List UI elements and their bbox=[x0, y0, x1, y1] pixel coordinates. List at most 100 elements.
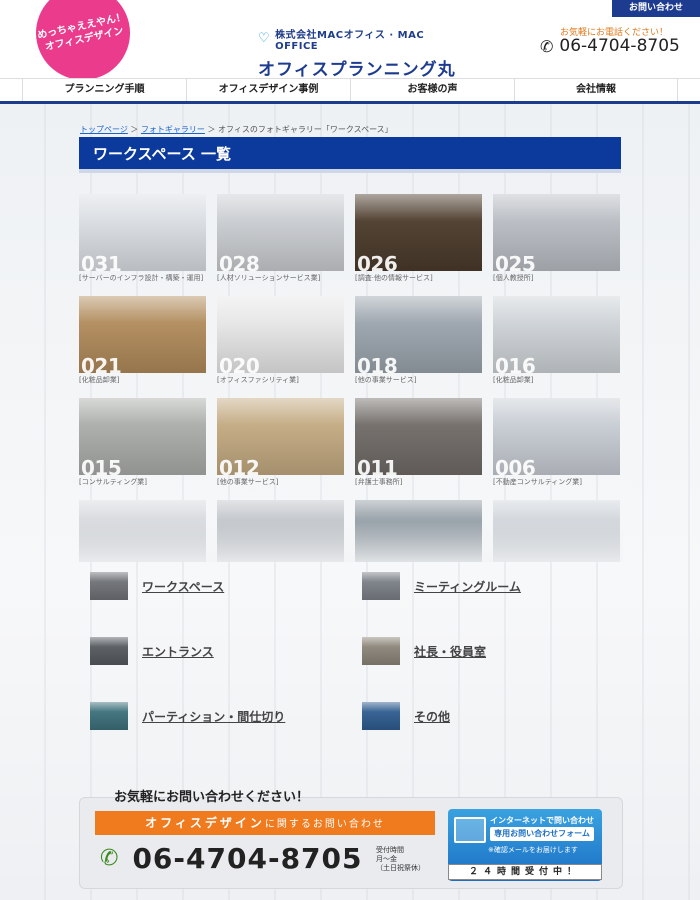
gallery-item[interactable]: 026 [調査·他の情報サービス] bbox=[355, 194, 482, 296]
phone-icon: ✆ bbox=[540, 36, 554, 56]
category-link[interactable]: その他 bbox=[362, 702, 450, 730]
gallery-photo[interactable] bbox=[355, 500, 482, 562]
gallery-item[interactable]: 021 [化粧品卸業] bbox=[79, 296, 206, 398]
logo-company: 株式会社MACオフィス · MAC OFFICE bbox=[275, 30, 425, 52]
gallery-item[interactable]: 018 [他の事業サービス] bbox=[355, 296, 482, 398]
gallery-caption: [サーバーのインフラ設計・構築・運用] bbox=[79, 274, 204, 282]
breadcrumb-current: オフィスのフォトギャラリー「ワークスペース」 bbox=[218, 125, 393, 134]
gallery-photo[interactable]: 031 bbox=[79, 194, 206, 271]
nav-item-planning[interactable]: プランニング手順 bbox=[22, 79, 186, 101]
gallery-caption: [化粧品卸業] bbox=[79, 376, 120, 384]
category-thumbnail bbox=[362, 702, 400, 730]
gallery-photo[interactable]: 026 bbox=[355, 194, 482, 271]
gallery-photo[interactable]: 018 bbox=[355, 296, 482, 373]
category-label[interactable]: ミーティングルーム bbox=[414, 578, 521, 595]
gallery-photo[interactable]: 020 bbox=[217, 296, 344, 373]
gallery-row-partial bbox=[79, 500, 623, 562]
category-link[interactable]: ワークスペース bbox=[90, 572, 224, 600]
header-tel-number: 06-4704-8705 bbox=[559, 36, 680, 56]
breadcrumb-home[interactable]: トップページ bbox=[80, 125, 128, 134]
gallery-item[interactable]: 012 [他の事業サービス] bbox=[217, 398, 344, 500]
gallery-photo[interactable]: 011 bbox=[355, 398, 482, 475]
net-line-3: ※確認メールをお届けします bbox=[488, 846, 578, 854]
category-link[interactable]: ミーティングルーム bbox=[362, 572, 521, 600]
gallery-number: 015 bbox=[81, 456, 122, 475]
gallery-row: 015 [コンサルティング業] 012 [他の事業サービス] 011 [弁護士事務所] 00… bbox=[79, 398, 623, 500]
gallery-photo[interactable] bbox=[493, 500, 620, 562]
gallery-photo[interactable]: 015 bbox=[79, 398, 206, 475]
gallery-photo[interactable]: 021 bbox=[79, 296, 206, 373]
gallery-item[interactable] bbox=[79, 500, 206, 562]
nav-item-voices[interactable]: お客様の声 bbox=[350, 79, 514, 101]
page-title-bar: ワークスペース 一覧 bbox=[79, 137, 621, 173]
gallery-caption: [他の事業サービス] bbox=[217, 478, 279, 486]
gallery-photo[interactable]: 012 bbox=[217, 398, 344, 475]
gallery-row: 021 [化粧品卸業] 020 [オフィスファシリティ業] 018 [他の事業サービス] 0… bbox=[79, 296, 623, 398]
gallery-item[interactable]: 025 [個人教授所] bbox=[493, 194, 620, 296]
breadcrumb: トップページ ＞ フォトギャラリー ＞ オフィスのフォトギャラリー「ワークスペー… bbox=[80, 124, 393, 135]
promo-badge: めっちゃええやん！ オフィスデザイン bbox=[27, 0, 139, 89]
phone-icon: ✆ bbox=[100, 846, 119, 871]
gallery-item[interactable] bbox=[493, 500, 620, 562]
orange-contact-banner[interactable]: オフィスデザインに関するお問い合わせ bbox=[95, 811, 435, 835]
gallery-number: 020 bbox=[219, 354, 260, 373]
category-link[interactable]: パーティション・間仕切り bbox=[90, 702, 285, 730]
category-thumbnail bbox=[90, 702, 128, 730]
gallery-photo[interactable] bbox=[79, 500, 206, 562]
gallery-photo[interactable] bbox=[217, 500, 344, 562]
net-line-1: インターネットで問い合わせ bbox=[490, 816, 594, 825]
gallery-photo[interactable]: 025 bbox=[493, 194, 620, 271]
gallery-item[interactable] bbox=[217, 500, 344, 562]
gallery-item[interactable]: 006 [不動産コンサルティング業] bbox=[493, 398, 620, 500]
gallery-item[interactable]: 028 [人材ソリューションサービス業] bbox=[217, 194, 344, 296]
gallery-photo[interactable]: 006 bbox=[493, 398, 620, 475]
gallery-caption: [化粧品卸業] bbox=[493, 376, 534, 384]
nav-item-company[interactable]: 会社情報 bbox=[514, 79, 678, 101]
footer-tel[interactable]: ✆ 06-4704-8705 bbox=[100, 842, 363, 875]
gallery-item[interactable]: 016 [化粧品卸業] bbox=[493, 296, 620, 398]
gallery-caption: [調査·他の情報サービス] bbox=[355, 274, 433, 282]
gallery-number: 016 bbox=[495, 354, 536, 373]
category-thumbnail bbox=[90, 637, 128, 665]
nav-item-design-cases[interactable]: オフィスデザイン事例 bbox=[186, 79, 350, 101]
category-link[interactable]: 社長・役員室 bbox=[362, 637, 486, 665]
gallery-item[interactable]: 011 [弁護士事務所] bbox=[355, 398, 482, 500]
category-label[interactable]: エントランス bbox=[142, 643, 214, 660]
web-form-banner[interactable]: インターネットで問い合わせ 専用お問い合わせフォーム ※確認メールをお届けします… bbox=[448, 809, 602, 881]
net-form-button[interactable]: 専用お問い合わせフォーム bbox=[490, 827, 594, 841]
gallery-photo[interactable]: 028 bbox=[217, 194, 344, 271]
category-label[interactable]: その他 bbox=[414, 708, 450, 725]
gallery-number: 018 bbox=[357, 354, 398, 373]
gallery-caption: [他の事業サービス] bbox=[355, 376, 417, 384]
header-tel[interactable]: ✆ 06-4704-8705 bbox=[540, 36, 680, 56]
category-label[interactable]: 社長・役員室 bbox=[414, 643, 486, 660]
gallery-item[interactable]: 015 [コンサルティング業] bbox=[79, 398, 206, 500]
gallery-number: 028 bbox=[219, 252, 260, 271]
24h-strip: ２４時間受付中！ bbox=[448, 864, 602, 880]
category-thumbnail bbox=[362, 572, 400, 600]
global-nav: プランニング手順 オフィスデザイン事例 お客様の声 会社情報 bbox=[0, 78, 700, 104]
category-link[interactable]: エントランス bbox=[90, 637, 214, 665]
contact-button[interactable]: お問い合わせ bbox=[612, 0, 700, 17]
orange-main-text: オフィスデザイン bbox=[145, 816, 265, 830]
gallery-item[interactable]: 031 [サーバーのインフラ設計・構築・運用] bbox=[79, 194, 206, 296]
breadcrumb-separator: ＞ bbox=[207, 125, 219, 134]
hours-holidays: （土日祝祭休） bbox=[376, 864, 425, 872]
gallery-item[interactable] bbox=[355, 500, 482, 562]
heart-logo-icon: ♡ bbox=[258, 31, 271, 46]
category-thumbnail bbox=[362, 637, 400, 665]
gallery-number: 021 bbox=[81, 354, 122, 373]
gallery-photo[interactable]: 016 bbox=[493, 296, 620, 373]
page-title: ワークスペース 一覧 bbox=[93, 145, 231, 163]
breadcrumb-gallery[interactable]: フォトギャラリー bbox=[141, 125, 205, 134]
category-label[interactable]: パーティション・間仕切り bbox=[142, 708, 285, 725]
gallery-caption: [オフィスファシリティ業] bbox=[217, 376, 299, 384]
orange-sub-text: に関するお問い合わせ bbox=[264, 819, 385, 830]
photo-grid-partial-row bbox=[79, 500, 623, 562]
gallery-item[interactable]: 020 [オフィスファシリティ業] bbox=[217, 296, 344, 398]
footer-tel-number: 06-4704-8705 bbox=[132, 842, 363, 875]
category-thumbnail bbox=[90, 572, 128, 600]
gallery-number: 011 bbox=[357, 456, 398, 475]
breadcrumb-separator: ＞ bbox=[130, 125, 141, 134]
category-label[interactable]: ワークスペース bbox=[142, 578, 224, 595]
